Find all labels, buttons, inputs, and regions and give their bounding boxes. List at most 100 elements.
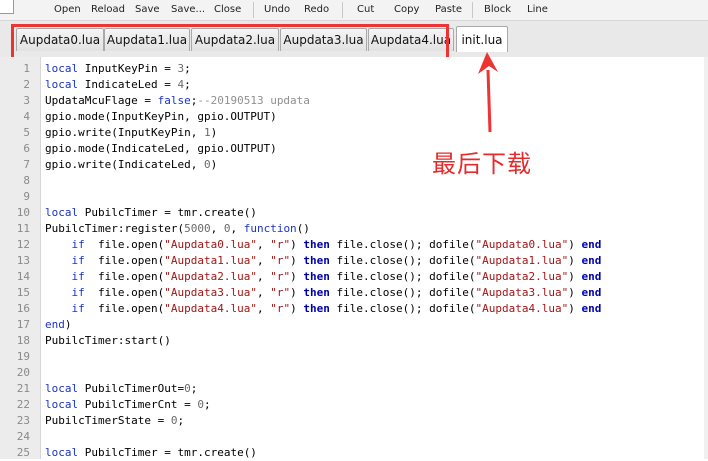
code-token: , bbox=[256, 270, 271, 283]
code-token: PubilcTimer = tmr.create() bbox=[78, 206, 257, 219]
code-token: "Aupdata1.lua" bbox=[164, 254, 257, 267]
code-token: ; bbox=[203, 398, 211, 411]
code-line[interactable]: PubilcTimer:register(5000, 0, function() bbox=[45, 221, 310, 237]
tab-aupdata4[interactable]: Aupdata4.lua bbox=[368, 28, 454, 51]
code-token: , bbox=[210, 222, 224, 235]
tab-aupdata2[interactable]: Aupdata2.lua bbox=[191, 28, 279, 51]
code-token: local bbox=[45, 62, 79, 75]
code-line[interactable]: end) bbox=[45, 317, 72, 333]
code-token: end bbox=[581, 302, 602, 315]
save-button[interactable]: Save bbox=[135, 3, 160, 17]
code-token: "Aupdata4.lua" bbox=[475, 302, 569, 315]
code-line[interactable]: PubilcTimerState = 0; bbox=[45, 413, 184, 429]
line-number: 10 bbox=[16, 206, 30, 219]
code-token: end bbox=[581, 254, 602, 267]
code-token: then bbox=[303, 238, 330, 251]
line-number: 5 bbox=[23, 126, 30, 139]
code-token: file.open( bbox=[84, 254, 165, 267]
code-token: then bbox=[303, 286, 330, 299]
code-line[interactable]: local IndicateLed = 4; bbox=[45, 77, 191, 93]
line-number: 17 bbox=[16, 318, 30, 331]
code-token: "Aupdata4.lua" bbox=[164, 302, 257, 315]
code-token: gpio.write(InputKeyPin, bbox=[45, 126, 204, 139]
code-token: ; bbox=[177, 414, 185, 427]
line-number: 3 bbox=[23, 94, 30, 107]
code-token: then bbox=[303, 270, 330, 283]
code-token: local bbox=[45, 398, 79, 411]
code-line[interactable]: if file.open("Aupdata3.lua", "r") then f… bbox=[45, 285, 602, 301]
save-as-button[interactable]: Save... bbox=[171, 3, 205, 17]
line-number: 16 bbox=[16, 302, 30, 315]
code-line[interactable]: local InputKeyPin = 3; bbox=[45, 61, 191, 77]
code-token: ) bbox=[568, 238, 582, 251]
code-token: if bbox=[71, 286, 85, 299]
copy-button[interactable]: Copy bbox=[394, 3, 419, 17]
code-token: ) bbox=[568, 302, 582, 315]
toolbar-grip bbox=[0, 0, 14, 14]
code-line[interactable]: local PubilcTimer = tmr.create() bbox=[45, 205, 257, 221]
code-token: end bbox=[45, 318, 65, 331]
code-token: file.open( bbox=[84, 238, 165, 251]
code-line[interactable]: local PubilcTimerCnt = 0; bbox=[45, 397, 211, 413]
close-button[interactable]: Close bbox=[214, 3, 241, 17]
code-line[interactable]: UpdataMcuFlage = false;--20190513 updata bbox=[45, 93, 310, 109]
code-token: file.open( bbox=[84, 286, 165, 299]
tab-aupdata3[interactable]: Aupdata3.lua bbox=[280, 28, 367, 51]
code-token: local bbox=[45, 446, 79, 459]
block-button[interactable]: Block bbox=[484, 3, 511, 17]
code-token: "r" bbox=[270, 302, 291, 315]
code-token: file.open( bbox=[84, 302, 165, 315]
line-number: 22 bbox=[16, 398, 30, 411]
undo-button[interactable]: Undo bbox=[264, 3, 290, 17]
vertical-scrollbar[interactable] bbox=[704, 57, 708, 459]
code-editor[interactable]: 1 2 3 4 5 6 7 8 9 10 11 12 13 14 15 16 17 18 19 20 21 22 23 24 2… bbox=[0, 57, 708, 459]
code-line[interactable]: if file.open("Aupdata0.lua", "r") then f… bbox=[45, 237, 602, 253]
code-line[interactable]: if file.open("Aupdata1.lua", "r") then f… bbox=[45, 253, 602, 269]
code-token: PubilcTimerState = bbox=[45, 414, 171, 427]
open-button[interactable]: Open bbox=[54, 3, 81, 17]
code-token: gpio.mode(InputKeyPin, gpio.OUTPUT) bbox=[45, 110, 277, 123]
code-line[interactable]: gpio.mode(IndicateLed, gpio.OUTPUT) bbox=[45, 141, 277, 157]
line-number: 4 bbox=[23, 110, 30, 123]
reload-button[interactable]: Reload bbox=[91, 3, 125, 17]
code-line[interactable]: gpio.write(IndicateLed, 0) bbox=[45, 157, 217, 173]
tab-aupdata1[interactable]: Aupdata1.lua bbox=[104, 28, 190, 51]
code-token: --20190513 updata bbox=[197, 94, 310, 107]
line-button[interactable]: Line bbox=[527, 3, 548, 17]
code-token: PubilcTimerCnt = bbox=[78, 398, 198, 411]
tab-init[interactable]: init.lua bbox=[456, 26, 508, 52]
code-line[interactable]: gpio.write(InputKeyPin, 1) bbox=[45, 125, 217, 141]
code-token: IndicateLed = bbox=[78, 78, 178, 91]
line-number: 2 bbox=[23, 78, 30, 91]
line-number: 20 bbox=[16, 366, 30, 379]
code-token: UpdataMcuFlage = bbox=[45, 94, 158, 107]
code-token: PubilcTimerOut= bbox=[78, 382, 185, 395]
code-line[interactable]: if file.open("Aupdata2.lua", "r") then f… bbox=[45, 269, 602, 285]
cut-button[interactable]: Cut bbox=[357, 3, 374, 17]
code-token: , bbox=[256, 254, 271, 267]
redo-button[interactable]: Redo bbox=[304, 3, 329, 17]
line-number: 12 bbox=[16, 238, 30, 251]
code-token: "Aupdata3.lua" bbox=[475, 286, 569, 299]
code-line[interactable]: gpio.mode(InputKeyPin, gpio.OUTPUT) bbox=[45, 109, 277, 125]
code-line[interactable]: local PubilcTimerOut=0; bbox=[45, 381, 197, 397]
code-token: ) bbox=[568, 286, 582, 299]
code-token: gpio.mode(IndicateLed, gpio.OUTPUT) bbox=[45, 142, 277, 155]
code-token: PubilcTimer:start() bbox=[45, 334, 171, 347]
code-token: end bbox=[581, 270, 602, 283]
code-token: 1 bbox=[203, 126, 211, 139]
code-line[interactable]: PubilcTimer:start() bbox=[45, 333, 171, 349]
tab-aupdata0[interactable]: Aupdata0.lua bbox=[16, 28, 104, 51]
paste-button[interactable]: Paste bbox=[435, 3, 462, 17]
code-token: ) bbox=[568, 270, 582, 283]
code-line[interactable]: if file.open("Aupdata4.lua", "r") then f… bbox=[45, 301, 602, 317]
code-token: "Aupdata2.lua" bbox=[164, 270, 257, 283]
code-token: ) bbox=[290, 270, 304, 283]
code-token: 0 bbox=[197, 398, 204, 411]
code-token: ) bbox=[210, 126, 218, 139]
code-token: ; bbox=[184, 78, 191, 91]
code-token: if bbox=[71, 302, 85, 315]
code-token: () bbox=[296, 222, 310, 235]
